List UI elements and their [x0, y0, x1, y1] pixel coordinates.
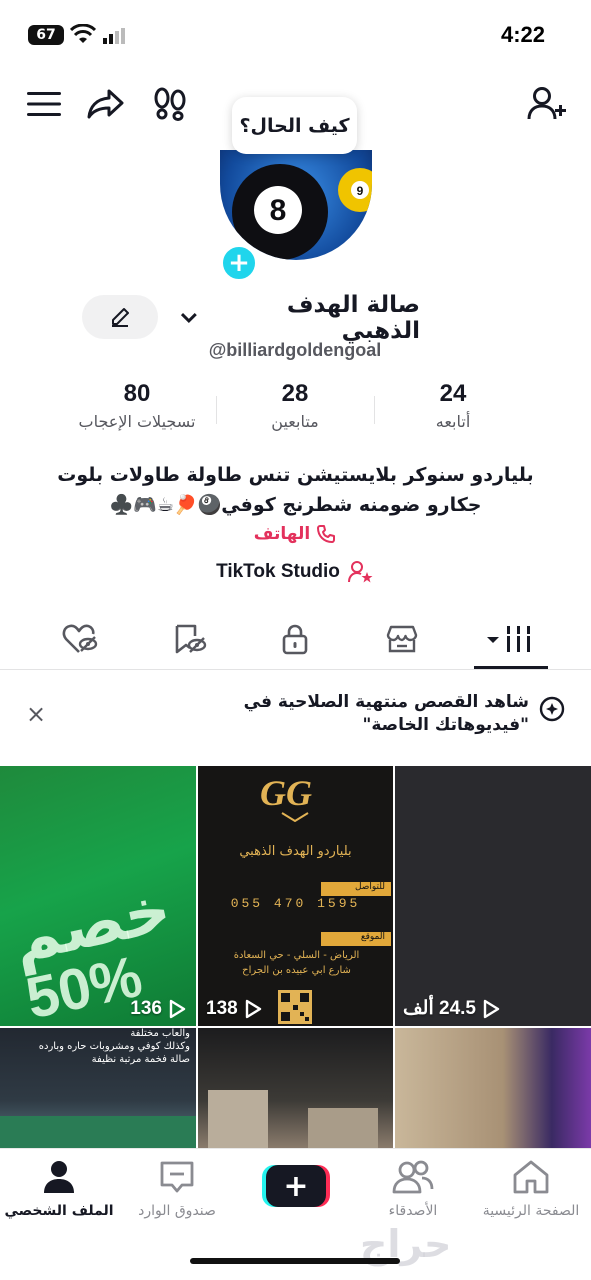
- nav-home-label: الصفحة الرئيسية: [482, 1203, 580, 1219]
- chevron-down-icon: [180, 313, 197, 324]
- edit-profile-button[interactable]: [82, 295, 158, 339]
- play-icon: [245, 999, 261, 1019]
- creator-star-icon: [347, 561, 373, 583]
- nav-profile-label: الملف الشخصي: [4, 1203, 114, 1219]
- video-tile[interactable]: [395, 1028, 591, 1148]
- status-bar: 67 4:22: [0, 0, 591, 70]
- tab-private[interactable]: [255, 610, 335, 668]
- likes-label: تسجيلات الإعجاب: [78, 412, 196, 431]
- view-count: 136: [130, 998, 186, 1020]
- likes-count: 80: [123, 380, 151, 407]
- liked-hidden-icon: [62, 624, 98, 653]
- play-icon: [483, 999, 500, 1018]
- profile-tabs: [0, 610, 591, 670]
- followers-stat[interactable]: 28 متابعين: [210, 380, 380, 431]
- plus-icon: +: [266, 1165, 326, 1207]
- nav-friends-label: الأصدقاء: [388, 1203, 438, 1219]
- phone-label: الهاتف: [253, 524, 311, 544]
- username: @billiardgoldengoal: [208, 340, 382, 360]
- location-label: الموقع: [321, 932, 391, 946]
- status-bubble[interactable]: كيف الحال؟: [232, 97, 357, 154]
- menu-icon[interactable]: [24, 84, 64, 124]
- banner-text: شاهد القصص منتهية الصلاحية في "فيديوهاتك…: [243, 692, 529, 735]
- close-icon[interactable]: ×: [26, 700, 46, 728]
- logo-chevron: [281, 812, 309, 822]
- bio: بلياردو سنوكر بلايستيشن تنس طاولة طاولات…: [40, 460, 551, 520]
- nav-profile[interactable]: الملف الشخصي: [0, 1159, 118, 1219]
- bookmark-hidden-icon: [175, 624, 207, 654]
- gg-logo: GG: [260, 773, 312, 813]
- studio-label: TikTok Studio: [216, 561, 340, 582]
- tab-favorites[interactable]: [150, 610, 230, 668]
- battery-icon: 67: [28, 25, 64, 45]
- view-count-value: 24.5 ألف: [403, 998, 476, 1019]
- watermark: حراج: [360, 1222, 452, 1266]
- promo-line-1: والعاب مختلفة: [130, 1028, 190, 1039]
- wifi-icon: [70, 24, 96, 43]
- expired-stories-banner[interactable]: شاهد القصص منتهية الصلاحية في "فيديوهاتك…: [0, 676, 591, 764]
- video-tile[interactable]: والعاب مختلفة وكذلك كوفي ومشروبات حاره و…: [0, 1028, 196, 1148]
- tab-videos[interactable]: [473, 610, 549, 668]
- followers-label: متابعين: [271, 412, 319, 431]
- boxes-image: [308, 1108, 378, 1148]
- tab-shop[interactable]: [362, 610, 442, 668]
- video-tile[interactable]: خصم 50% 136: [0, 766, 196, 1026]
- phone-link[interactable]: الهاتف: [200, 524, 390, 544]
- view-count: 138: [206, 998, 262, 1020]
- followers-count: 28: [281, 380, 309, 407]
- phone-icon: [317, 525, 336, 543]
- address-line-2: شارع ابي عبيده بن الجراح: [242, 965, 351, 976]
- name-row[interactable]: صالة الهدف الذهبي: [180, 292, 420, 344]
- following-stat[interactable]: 24 أتابعه: [368, 380, 538, 431]
- following-label: أتابعه: [435, 412, 471, 431]
- billiard-table-image: [0, 1116, 196, 1148]
- friends-icon: [392, 1160, 434, 1194]
- status-time: 4:22: [500, 22, 545, 47]
- qr-code: [278, 990, 312, 1024]
- tab-liked[interactable]: [40, 610, 120, 668]
- videos-grid-icon: [487, 626, 530, 652]
- shop-icon: [386, 625, 418, 653]
- contact-label: للتواصل: [321, 882, 391, 896]
- view-count-value: 136: [130, 998, 162, 1019]
- profile-icon: [44, 1161, 74, 1193]
- address-line-1: الرياض - السلي - حي السعادة: [233, 950, 360, 961]
- share-icon[interactable]: [86, 84, 126, 124]
- likes-stat[interactable]: 80 تسجيلات الإعجاب: [52, 380, 222, 431]
- tiktok-studio-link[interactable]: TikTok Studio: [150, 560, 440, 584]
- add-story-button[interactable]: +: [219, 243, 259, 283]
- inbox-icon: [160, 1161, 194, 1193]
- video-tile[interactable]: [198, 1028, 393, 1148]
- svg-text:8: 8: [270, 194, 287, 227]
- boxes-image: [208, 1090, 268, 1148]
- video-tile[interactable]: GG بلياردو الهدف الذهبي للتواصل 055 470 …: [198, 766, 393, 1026]
- active-tab-indicator: [474, 666, 548, 669]
- lock-icon: [282, 624, 308, 655]
- home-icon: [513, 1160, 549, 1194]
- promo-line-2: وكذلك كوفي ومشروبات حاره وبارده: [38, 1041, 190, 1052]
- promo-line-3: صالة فخمة مرتبة نظيفة: [91, 1054, 190, 1065]
- card-title: بلياردو الهدف الذهبي: [239, 844, 352, 859]
- bio-line-1: بلياردو سنوكر بلايستيشن تنس طاولة طاولات…: [57, 464, 534, 486]
- svg-text:9: 9: [357, 184, 364, 198]
- pencil-icon: [112, 308, 129, 327]
- nav-home[interactable]: الصفحة الرئيسية: [472, 1159, 590, 1219]
- view-count: 24.5 ألف: [403, 997, 500, 1020]
- create-button[interactable]: +: [262, 1165, 330, 1207]
- card-phone: 055 470 1595: [230, 896, 361, 911]
- home-indicator: [190, 1258, 400, 1264]
- story-add-icon: [539, 696, 565, 722]
- signal-icon: [103, 28, 125, 44]
- view-count-value: 138: [206, 998, 238, 1019]
- nav-inbox[interactable]: صندوق الوارد: [118, 1159, 236, 1219]
- display-name: صالة الهدف الذهبي: [286, 292, 420, 344]
- add-friend-icon[interactable]: [524, 84, 570, 124]
- play-icon: [169, 999, 186, 1019]
- bio-line-2: جكارو ضومنه شطرنج كوفي🎱🏓☕🎮♣️: [109, 494, 482, 516]
- footprints-icon[interactable]: [150, 84, 190, 124]
- video-tile[interactable]: 24.5 ألف: [395, 766, 591, 1026]
- nav-friends[interactable]: الأصدقاء: [354, 1159, 472, 1219]
- following-count: 24: [439, 380, 467, 407]
- nav-inbox-label: صندوق الوارد: [138, 1203, 216, 1219]
